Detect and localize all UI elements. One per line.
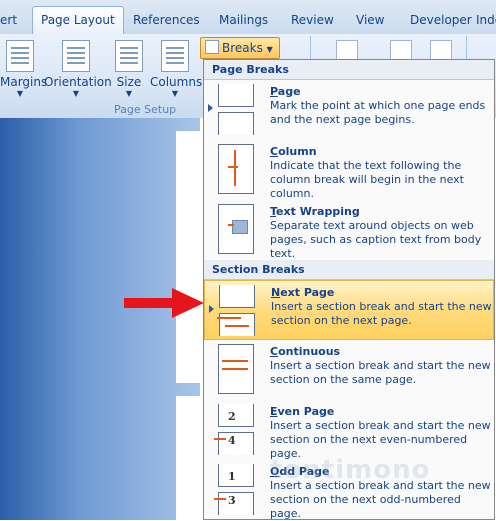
odd-page-break-icon: 1 3 xyxy=(214,464,254,516)
menu-item-continuous[interactable]: Continuous Insert a section break and st… xyxy=(204,340,494,400)
page-break-icon xyxy=(214,84,254,136)
size-label: Size xyxy=(116,75,142,89)
orientation-icon xyxy=(62,40,90,72)
menu-item-title: Text Wrapping xyxy=(270,205,360,218)
selection-marker-icon xyxy=(208,104,213,112)
tab-insert[interactable]: ert xyxy=(0,8,17,32)
columns-icon xyxy=(161,40,189,72)
menu-item-next-page[interactable]: Next Page Insert a section break and sta… xyxy=(204,280,494,340)
breaks-dropdown-menu: Page Breaks Page Mark the point at which… xyxy=(203,59,495,520)
menu-item-title: Page xyxy=(270,85,301,98)
menu-item-text-wrapping[interactable]: Text Wrapping Separate text around objec… xyxy=(204,200,494,260)
menu-item-description: Insert a section break and start the new… xyxy=(270,479,491,520)
page-breaks-header: Page Breaks xyxy=(204,60,494,80)
chevron-down-icon: ▼ xyxy=(125,89,133,98)
margins-icon xyxy=(6,40,34,72)
tab-review[interactable]: Review xyxy=(291,8,334,32)
size-button[interactable]: Size ▼ xyxy=(114,36,144,98)
watermark-text: tontimono xyxy=(270,455,431,485)
breaks-button[interactable]: Breaks ▼ xyxy=(200,37,280,59)
margins-button[interactable]: Margins ▼ xyxy=(0,36,48,98)
chevron-down-icon: ▼ xyxy=(171,89,179,98)
tab-clipped[interactable]: Inde xyxy=(476,8,496,32)
orientation-label: Orientation xyxy=(44,75,112,89)
page-setup-group-label: Page Setup xyxy=(114,103,177,116)
chevron-down-icon: ▼ xyxy=(16,89,24,98)
menu-item-description: Insert a section break and start the new… xyxy=(271,300,492,327)
tab-references[interactable]: References xyxy=(133,8,200,32)
menu-item-title: Column xyxy=(270,145,317,158)
menu-item-even-page[interactable]: 2 4 Even Page Insert a section break and… xyxy=(204,400,494,460)
menu-item-title: Next Page xyxy=(271,286,335,299)
chevron-down-icon: ▼ xyxy=(266,45,273,54)
chevron-down-icon: ▼ xyxy=(72,89,80,98)
menu-item-page[interactable]: Page Mark the point at which one page en… xyxy=(204,80,494,140)
tab-page-layout[interactable]: Page Layout xyxy=(32,6,124,35)
menu-item-description: Separate text around objects on web page… xyxy=(270,219,482,260)
menu-item-description: Indicate that the text following the col… xyxy=(270,159,464,200)
margins-label: Margins xyxy=(0,75,48,89)
menu-item-column[interactable]: Column Indicate that the text following … xyxy=(204,140,494,200)
text-wrapping-icon xyxy=(214,204,254,256)
orientation-button[interactable]: Orientation ▼ xyxy=(44,36,112,98)
document-page[interactable] xyxy=(176,396,200,520)
section-breaks-header: Section Breaks xyxy=(204,260,494,280)
selection-marker-icon xyxy=(209,305,214,313)
red-arrow-annotation xyxy=(124,288,204,318)
size-icon xyxy=(115,40,143,72)
breaks-label: Breaks xyxy=(222,41,263,55)
menu-item-title: Continuous xyxy=(270,345,341,358)
menu-item-description: Insert a section break and start the new… xyxy=(270,359,491,386)
breaks-icon xyxy=(205,40,219,54)
next-page-break-icon xyxy=(215,285,255,337)
column-break-icon xyxy=(214,144,254,196)
document-background xyxy=(0,118,200,520)
columns-label: Columns xyxy=(150,75,203,89)
ribbon-tab-bar: ert Page Layout References Mailings Revi… xyxy=(0,0,496,35)
tab-mailings[interactable]: Mailings xyxy=(219,8,268,32)
tab-view[interactable]: View xyxy=(356,8,384,32)
even-page-break-icon: 2 4 xyxy=(214,404,254,456)
menu-item-description: Mark the point at which one page ends an… xyxy=(270,99,486,126)
menu-item-title: Even Page xyxy=(270,405,335,418)
columns-button[interactable]: Columns ▼ xyxy=(150,36,203,98)
tab-developer[interactable]: Developer xyxy=(410,8,472,32)
continuous-break-icon xyxy=(214,344,254,396)
document-page[interactable] xyxy=(176,131,200,383)
